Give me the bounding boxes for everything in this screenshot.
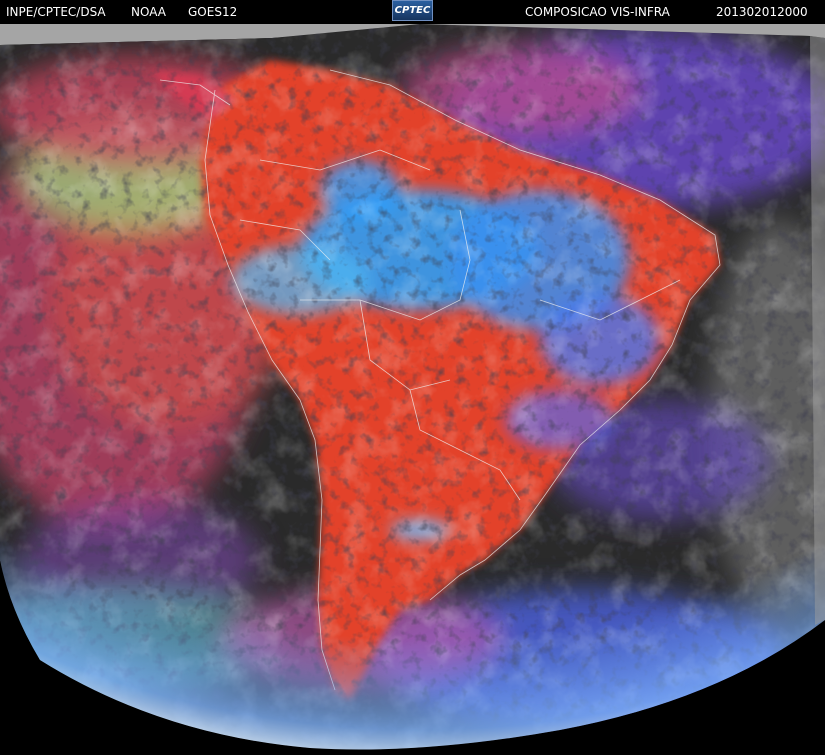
satellite-label: GOES12 [188, 5, 238, 19]
cptec-logo: CPTEC [392, 0, 433, 21]
image-header: INPE/CPTEC/DSA NOAA GOES12 CPTEC COMPOSI… [0, 0, 825, 24]
earth-disk [0, 24, 825, 750]
cptec-logo-text: CPTEC [394, 5, 431, 16]
timestamp-label: 201302012000 [716, 5, 808, 19]
agency-label: NOAA [131, 5, 166, 19]
satellite-image [0, 24, 825, 755]
institution-label: INPE/CPTEC/DSA [6, 5, 106, 19]
product-label: COMPOSICAO VIS-INFRA [525, 5, 670, 19]
satellite-scene-svg [0, 24, 825, 755]
earth-limb-glow [0, 24, 825, 750]
